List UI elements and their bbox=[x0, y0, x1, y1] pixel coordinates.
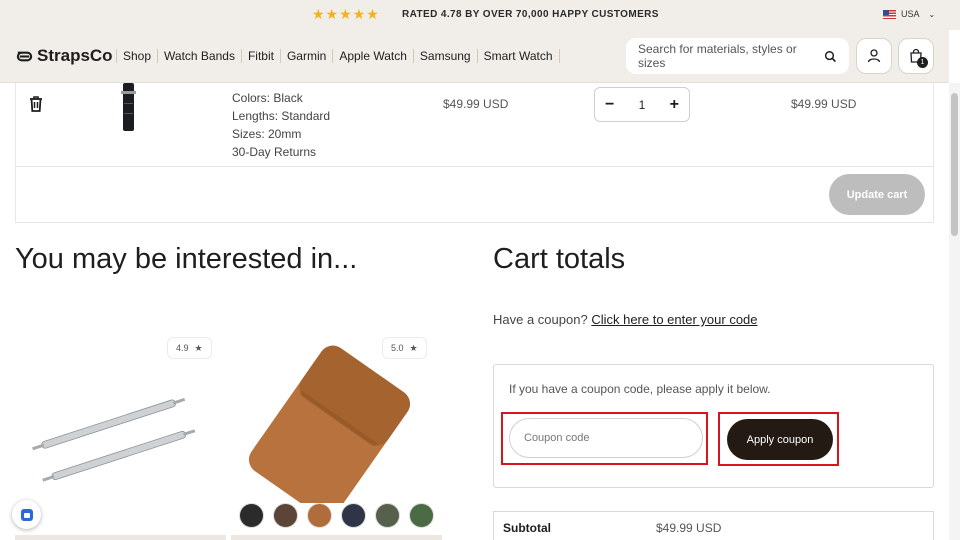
item-color: Colors: Black bbox=[232, 91, 303, 105]
brand-mark-icon bbox=[16, 51, 33, 61]
nav-item-apple-watch[interactable]: Apple Watch bbox=[332, 49, 413, 63]
coupon-code-input[interactable]: Coupon code bbox=[509, 418, 703, 458]
item-length: Lengths: Standard bbox=[232, 109, 331, 123]
item-price: $49.99 USD bbox=[443, 97, 509, 111]
nav-item-samsung[interactable]: Samsung bbox=[412, 49, 477, 63]
item-returns: 30-Day Returns bbox=[232, 145, 317, 159]
product-card[interactable]: 4.9 ★ bbox=[15, 333, 226, 540]
swatch-brown[interactable] bbox=[273, 503, 298, 528]
product-thumbnail[interactable] bbox=[114, 83, 144, 133]
coupon-form: If you have a coupon code, please apply … bbox=[493, 364, 934, 488]
cart-count-badge: 1 bbox=[917, 57, 928, 68]
account-button[interactable] bbox=[856, 38, 892, 74]
coupon-prompt: Have a coupon? Click here to enter your … bbox=[493, 312, 758, 327]
swatch-navy[interactable] bbox=[341, 503, 366, 528]
search-icon bbox=[825, 50, 837, 62]
star-icon: ★ bbox=[194, 342, 203, 353]
row-divider bbox=[16, 166, 933, 167]
us-flag-icon bbox=[883, 9, 896, 19]
nav-item-smart-watch[interactable]: Smart Watch bbox=[476, 49, 560, 63]
rating-chip: 4.9 ★ bbox=[167, 337, 212, 359]
cart-button[interactable]: 1 bbox=[898, 38, 934, 74]
nav-item-fitbit[interactable]: Fitbit bbox=[240, 49, 280, 63]
swatch-black[interactable] bbox=[239, 503, 264, 528]
page-scrollbar[interactable] bbox=[949, 83, 960, 540]
swatch-green[interactable] bbox=[409, 503, 434, 528]
announcement-bar: ★★★★★ RATED 4.78 BY OVER 70,000 HAPPY CU… bbox=[0, 0, 960, 30]
nav-item-watch-bands[interactable]: Watch Bands bbox=[157, 49, 241, 63]
subtotal-label: Subtotal bbox=[503, 521, 551, 535]
card-footer bbox=[231, 535, 442, 540]
trash-icon bbox=[30, 96, 42, 112]
spring-bar-image bbox=[32, 397, 196, 482]
site-header: StrapsCo Shop Watch Bands Fitbit Garmin … bbox=[0, 30, 949, 83]
locale-label: USA bbox=[901, 9, 920, 19]
leather-pouch-image bbox=[248, 345, 410, 503]
search-input[interactable]: Search for materials, styles or sizes bbox=[626, 38, 849, 74]
color-swatches bbox=[239, 503, 434, 528]
remove-item-button[interactable] bbox=[28, 95, 44, 118]
floating-widget-button[interactable] bbox=[12, 500, 41, 529]
nav-item-shop[interactable]: Shop bbox=[116, 49, 157, 63]
subtotal-value: $49.99 USD bbox=[656, 521, 722, 535]
apply-coupon-button[interactable]: Apply coupon bbox=[727, 419, 833, 460]
update-cart-button[interactable]: Update cart bbox=[829, 174, 925, 215]
nav-item-garmin[interactable]: Garmin bbox=[279, 49, 332, 63]
scrollbar-thumb[interactable] bbox=[951, 93, 958, 236]
swatch-olive[interactable] bbox=[375, 503, 400, 528]
main-nav: Shop Watch Bands Fitbit Garmin Apple Wat… bbox=[116, 49, 560, 63]
product-rating: 4.9 bbox=[176, 343, 189, 353]
rating-text: RATED 4.78 BY OVER 70,000 HAPPY CUSTOMER… bbox=[402, 9, 659, 20]
totals-table: Subtotal $49.99 USD bbox=[493, 511, 934, 540]
cart-table: Colors: Black Lengths: Standard Sizes: 2… bbox=[15, 83, 934, 223]
quantity-stepper: − 1 + bbox=[594, 87, 690, 122]
widget-icon bbox=[20, 508, 33, 521]
brand-logo[interactable]: StrapsCo bbox=[15, 46, 113, 66]
increase-quantity-button[interactable]: + bbox=[670, 96, 679, 114]
coupon-question: Have a coupon? bbox=[493, 312, 588, 327]
product-card[interactable]: 5.0 ★ bbox=[231, 333, 442, 540]
chevron-down-icon: ⌄ bbox=[928, 9, 936, 19]
item-size: Sizes: 20mm bbox=[232, 127, 302, 141]
coupon-hint: If you have a coupon code, please apply … bbox=[509, 382, 771, 396]
brand-name: StrapsCo bbox=[37, 46, 113, 65]
item-line-total: $49.99 USD bbox=[791, 97, 857, 111]
user-icon bbox=[867, 49, 881, 63]
quantity-value[interactable]: 1 bbox=[639, 98, 646, 112]
enter-coupon-link[interactable]: Click here to enter your code bbox=[591, 312, 757, 327]
cart-totals-title: Cart totals bbox=[493, 243, 626, 275]
decrease-quantity-button[interactable]: − bbox=[605, 96, 614, 114]
rating-stars: ★★★★★ bbox=[312, 6, 380, 22]
item-details: Colors: Black Lengths: Standard Sizes: 2… bbox=[232, 89, 330, 161]
locale-selector[interactable]: USA ⌄ bbox=[883, 9, 935, 19]
coupon-placeholder: Coupon code bbox=[524, 432, 590, 444]
recommendations-title: You may be interested in... bbox=[15, 243, 358, 275]
swatch-tan[interactable] bbox=[307, 503, 332, 528]
card-footer bbox=[15, 535, 226, 540]
search-placeholder: Search for materials, styles or sizes bbox=[638, 42, 797, 70]
